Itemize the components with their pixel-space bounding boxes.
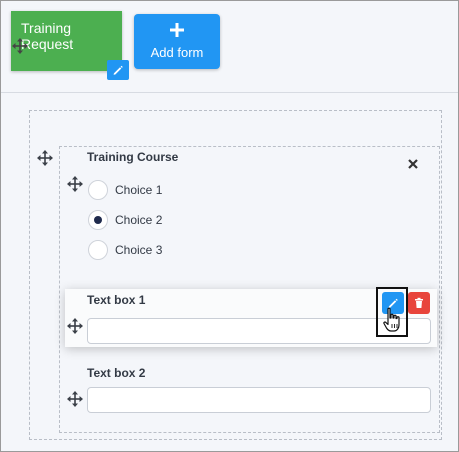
hand-pointer-cursor-icon <box>382 307 402 333</box>
radio-option-choice-3[interactable]: Choice 3 <box>88 240 228 262</box>
add-form-button[interactable]: Add form <box>134 14 220 69</box>
form-tile-title: Training Request <box>21 20 74 52</box>
radio-option-choice-1[interactable]: Choice 1 <box>88 180 228 202</box>
radio-label: Choice 2 <box>115 213 163 227</box>
form-tile-training-request[interactable]: Training Request <box>11 11 129 80</box>
radio-option-choice-2[interactable]: Choice 2 <box>88 210 228 232</box>
radio-button-selected[interactable] <box>88 210 108 230</box>
edit-form-button[interactable] <box>107 60 129 80</box>
drag-handle-icon[interactable] <box>12 38 28 54</box>
section-title: Training Course <box>87 150 179 164</box>
text-box-2-label: Text box 2 <box>87 366 146 380</box>
radio-label: Choice 3 <box>115 243 163 257</box>
text-box-2-input[interactable] <box>87 387 431 413</box>
radio-button[interactable] <box>88 180 108 200</box>
radio-group-drag-handle-icon[interactable] <box>67 176 83 192</box>
add-form-label: Add form <box>150 45 204 60</box>
radio-button[interactable] <box>88 240 108 260</box>
text-box-1-label: Text box 1 <box>87 293 146 307</box>
delete-field-button[interactable] <box>408 292 430 314</box>
section-drag-handle-icon[interactable] <box>37 150 53 166</box>
radio-label: Choice 1 <box>115 183 163 197</box>
trash-icon <box>415 297 423 308</box>
close-icon[interactable] <box>407 157 419 169</box>
pencil-icon <box>113 65 123 75</box>
text-box-2-drag-handle-icon[interactable] <box>67 391 83 407</box>
plus-icon <box>170 23 184 37</box>
text-box-1-drag-handle-icon[interactable] <box>67 318 83 334</box>
